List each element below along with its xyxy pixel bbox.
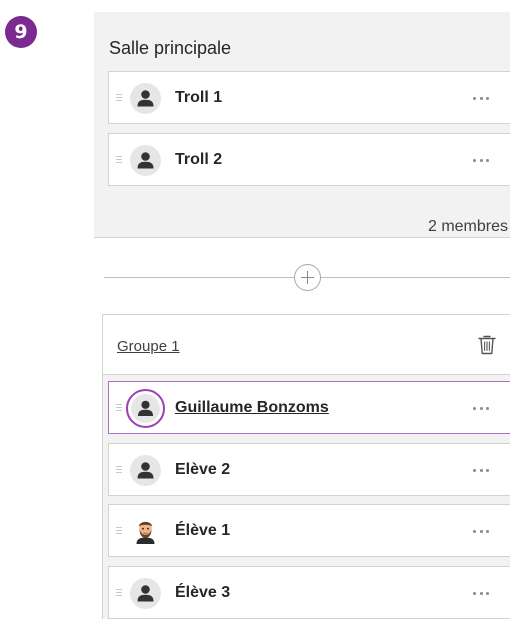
member-name: Élève 3: [175, 584, 231, 601]
drag-handle-icon[interactable]: [116, 466, 122, 473]
main-room-member-count: 2 membres: [427, 218, 508, 235]
person-icon: [130, 145, 161, 176]
member-row-eleve-3[interactable]: Élève 3: [108, 566, 510, 619]
drag-handle-icon[interactable]: [116, 156, 122, 163]
member-name: Elève 2: [175, 461, 231, 478]
drag-handle-icon[interactable]: [116, 404, 122, 411]
person-icon: [126, 389, 165, 428]
more-options-icon[interactable]: [473, 407, 489, 411]
more-options-icon[interactable]: [473, 97, 489, 101]
more-options-icon[interactable]: [473, 592, 489, 596]
member-row-troll-2[interactable]: Troll 2: [108, 133, 510, 186]
member-name: Troll 1: [175, 89, 223, 106]
trash-icon[interactable]: [477, 334, 497, 361]
more-options-icon[interactable]: [473, 159, 489, 163]
drag-handle-icon[interactable]: [116, 94, 122, 101]
member-row-guillaume-bonzoms[interactable]: Guillaume Bonzoms: [108, 381, 510, 434]
bearded-man-emoji-icon: [130, 516, 161, 547]
member-row-eleve-2[interactable]: Elève 2: [108, 443, 510, 496]
main-room-panel: Salle principale 2 membres: [94, 12, 510, 238]
member-row-troll-1[interactable]: Troll 1: [108, 71, 510, 124]
add-group-button[interactable]: [294, 264, 321, 291]
more-options-icon[interactable]: [473, 469, 489, 473]
person-icon: [130, 455, 161, 486]
member-name-link[interactable]: Guillaume Bonzoms: [175, 399, 329, 417]
member-row-eleve-1[interactable]: Élève 1: [108, 504, 510, 557]
more-options-icon[interactable]: [473, 530, 489, 534]
main-room-title: Salle principale: [109, 38, 232, 58]
person-icon: [130, 83, 161, 114]
group-name-link[interactable]: Groupe 1: [117, 338, 180, 355]
member-name: Troll 2: [175, 151, 223, 168]
group-header: Groupe 1: [103, 315, 510, 375]
step-number-badge: 9: [5, 16, 37, 48]
member-name: Élève 1: [175, 522, 231, 539]
drag-handle-icon[interactable]: [116, 527, 122, 534]
person-icon: [130, 578, 161, 609]
drag-handle-icon[interactable]: [116, 589, 122, 596]
